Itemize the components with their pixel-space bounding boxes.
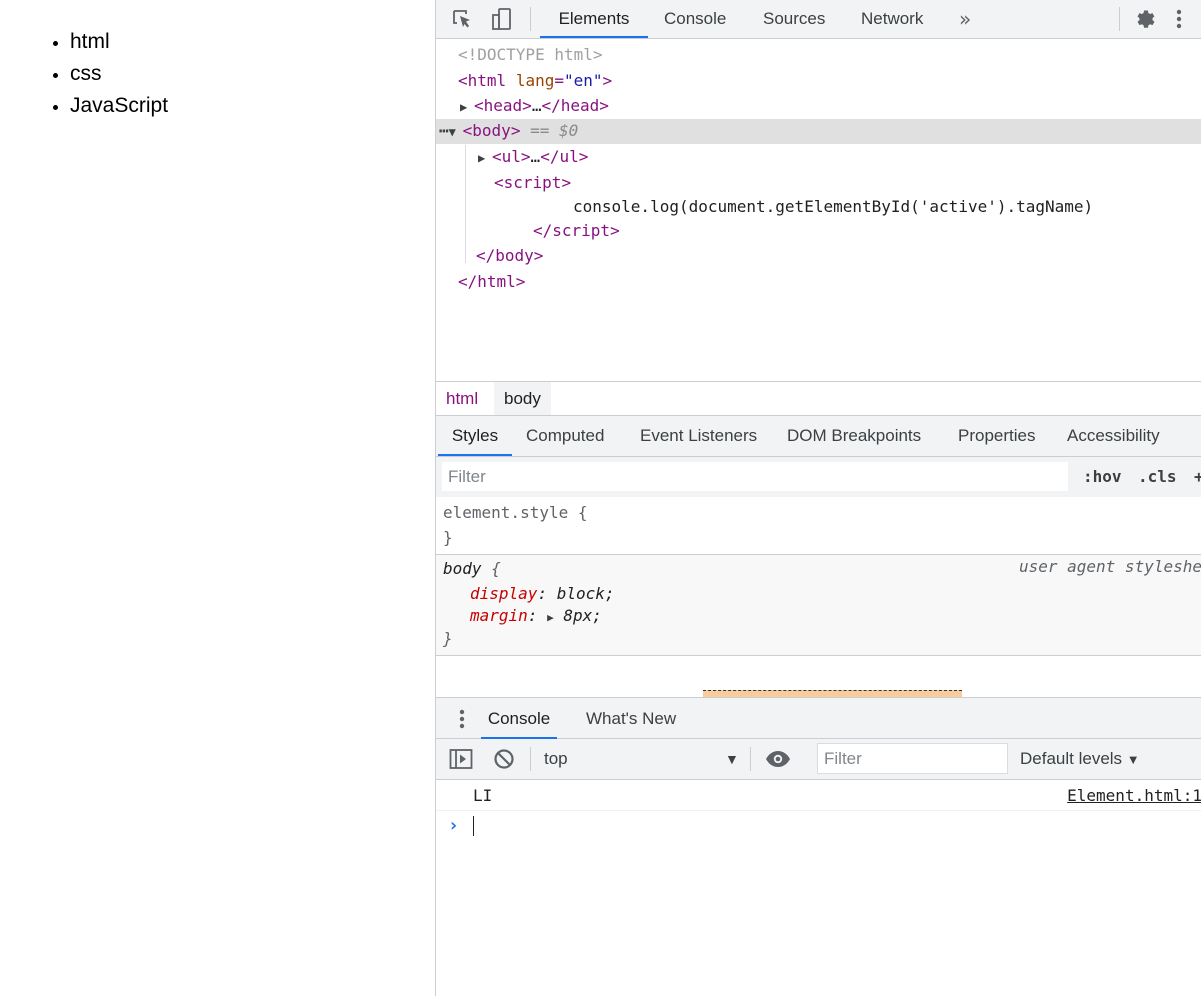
styles-pane: element.style { } body { user agent styl…	[436, 497, 1201, 697]
box-model-preview	[703, 690, 962, 697]
console-toolbar: top ▼ Default levels ▼	[436, 739, 1201, 780]
tab-event-listeners[interactable]: Event Listeners	[640, 416, 757, 456]
expand-triangle-icon[interactable]: ▶	[460, 95, 474, 119]
tab-styles[interactable]: Styles	[438, 416, 512, 456]
collapse-triangle-icon[interactable]: ▼	[449, 120, 463, 144]
console-filter-input[interactable]	[817, 743, 1008, 774]
console-input-caret[interactable]	[473, 816, 474, 836]
doctype-node[interactable]: <!DOCTYPE html>	[458, 43, 603, 67]
tab-elements[interactable]: Elements	[540, 0, 648, 38]
more-options-icon[interactable]	[1166, 6, 1192, 32]
script-close-node[interactable]: </script>	[533, 219, 620, 243]
log-levels-dropdown[interactable]: Default levels ▼	[1020, 739, 1140, 779]
rule-close-brace: }	[443, 528, 453, 547]
main-toolbar: Elements Console Sources Network »	[436, 0, 1201, 39]
console-prompt-icon: ›	[448, 815, 459, 836]
style-property[interactable]: margin: ▶ 8px;	[470, 604, 602, 627]
selected-node-marker: == $0	[530, 121, 579, 140]
drawer-tab-console[interactable]: Console	[481, 698, 557, 739]
html-close-node[interactable]: </html>	[458, 270, 525, 294]
body-node[interactable]: ⋯▼ <body> == $0	[439, 119, 578, 143]
expand-property-icon[interactable]: ▶	[547, 611, 554, 624]
breadcrumb: html body	[436, 381, 1201, 416]
tab-console[interactable]: Console	[664, 0, 726, 38]
show-sidebar-icon[interactable]	[448, 746, 474, 772]
body-style-rule[interactable]: body { user agent styleshe display: bloc…	[436, 555, 1201, 656]
live-expression-eye-icon[interactable]	[765, 746, 791, 772]
rule-source: user agent styleshe	[1018, 557, 1201, 576]
console-log-message: LI Element.html:1	[436, 784, 1201, 811]
breadcrumb-html[interactable]: html	[436, 382, 488, 415]
tab-properties[interactable]: Properties	[958, 416, 1035, 456]
drawer-tab-whats-new[interactable]: What's New	[586, 698, 676, 739]
node-actions-icon[interactable]: ⋯	[439, 121, 449, 140]
page-preview: html css JavaScript	[0, 0, 435, 996]
log-source-link[interactable]: Element.html:1	[1067, 784, 1201, 808]
head-node[interactable]: ▶ <head>…</head>	[460, 94, 609, 118]
context-dropdown-icon[interactable]: ▼	[725, 739, 739, 779]
tab-dom-breakpoints[interactable]: DOM Breakpoints	[787, 416, 921, 456]
breadcrumb-body[interactable]: body	[494, 382, 551, 415]
device-toolbar-icon[interactable]	[489, 6, 515, 32]
script-node[interactable]: <script>	[494, 171, 571, 195]
elements-tree: <!DOCTYPE html> <html lang="en"> ▶ <head>…	[436, 39, 1201, 381]
element-style-rule[interactable]: element.style { }	[436, 497, 1201, 555]
log-message-text: LI	[473, 786, 493, 805]
rule-close-brace: }	[443, 629, 453, 648]
tab-computed[interactable]: Computed	[526, 416, 604, 456]
ul-node[interactable]: ▶ <ul>…</ul>	[478, 145, 588, 169]
page-list: html css JavaScript	[70, 26, 168, 122]
element-style-selector: element.style {	[443, 503, 588, 522]
console-output: LI Element.html:1 ›	[436, 780, 1201, 996]
inspect-element-icon[interactable]	[449, 6, 475, 32]
cls-button[interactable]: .cls	[1138, 462, 1177, 492]
expand-triangle-icon[interactable]: ▶	[478, 146, 492, 170]
styles-filter-bar: :hov .cls +	[436, 457, 1201, 497]
settings-gear-icon[interactable]	[1133, 6, 1159, 32]
list-item: html	[70, 26, 168, 58]
body-close-node[interactable]: </body>	[476, 244, 543, 268]
drawer-menu-icon[interactable]	[449, 706, 475, 732]
devtools-panel: Elements Console Sources Network » <!DOC…	[435, 0, 1201, 996]
context-selector[interactable]: top	[544, 739, 568, 779]
new-rule-button[interactable]: +	[1194, 462, 1201, 492]
tab-accessibility[interactable]: Accessibility	[1067, 416, 1160, 456]
list-item: JavaScript	[70, 90, 168, 122]
style-property[interactable]: display: block;	[470, 582, 615, 605]
tab-network[interactable]: Network	[861, 0, 923, 38]
levels-dropdown-icon: ▼	[1126, 752, 1140, 767]
list-item: css	[70, 58, 168, 90]
styles-filter-input[interactable]	[442, 462, 1068, 491]
tab-sources[interactable]: Sources	[763, 0, 825, 38]
clear-console-icon[interactable]	[491, 746, 517, 772]
more-tabs-icon[interactable]: »	[959, 0, 971, 38]
sidebar-tabs: Styles Computed Event Listeners DOM Brea…	[436, 416, 1201, 457]
hov-button[interactable]: :hov	[1083, 462, 1122, 492]
script-content[interactable]: console.log(document.getElementById('act…	[573, 195, 1093, 219]
drawer-toolbar: Console What's New	[436, 697, 1201, 739]
body-selector: body {	[443, 559, 501, 578]
html-node[interactable]: <html lang="en">	[458, 69, 612, 93]
